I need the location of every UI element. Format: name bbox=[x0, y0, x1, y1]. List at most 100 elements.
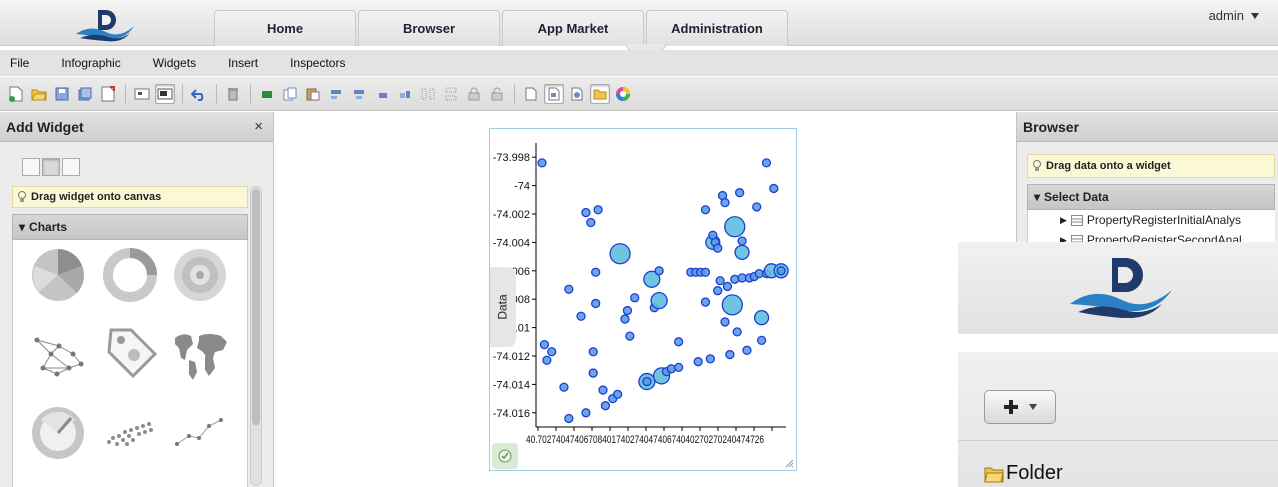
tab-browser[interactable]: Browser bbox=[358, 10, 500, 46]
tab-administration[interactable]: Administration bbox=[646, 10, 788, 46]
save-icon[interactable] bbox=[52, 84, 72, 104]
scatter-point bbox=[654, 266, 664, 276]
scatter-point bbox=[753, 310, 770, 326]
y-tick-label: -74 bbox=[514, 181, 530, 193]
scatter-chart-widget[interactable]: -73.998 -74 -74.002 -74.004 006 008.01 -74.012… bbox=[489, 128, 797, 471]
color-wheel-icon[interactable] bbox=[613, 84, 633, 104]
lightbulb-icon bbox=[18, 191, 26, 202]
scatter-point bbox=[700, 267, 711, 277]
distribute-h-icon[interactable] bbox=[418, 84, 438, 104]
charts-section-header[interactable]: ▾ Charts bbox=[12, 214, 248, 240]
x-tick-label: 40.7027404740670840174027404740674040270… bbox=[526, 434, 764, 446]
scatter-point bbox=[720, 317, 730, 327]
align-bottom-icon[interactable] bbox=[395, 84, 415, 104]
save-as-icon[interactable] bbox=[75, 84, 95, 104]
triangle-down-icon: ▾ bbox=[1034, 190, 1041, 204]
data-tab[interactable]: Data bbox=[490, 267, 516, 347]
scatter-point bbox=[673, 362, 684, 373]
infographic-canvas[interactable]: -73.998 -74 -74.002 -74.004 006 008.01 -74.012… bbox=[275, 112, 1015, 487]
toolbar bbox=[0, 77, 1278, 111]
paste-icon[interactable] bbox=[303, 84, 323, 104]
undo-icon[interactable] bbox=[189, 84, 209, 104]
menu-file[interactable]: File bbox=[10, 56, 29, 70]
scatter-point bbox=[742, 345, 752, 355]
resize-handle-icon[interactable] bbox=[784, 458, 794, 468]
scrollbar-thumb[interactable] bbox=[252, 189, 260, 425]
scatter-point bbox=[732, 327, 742, 337]
scatter-point bbox=[576, 311, 586, 321]
scatter-point bbox=[730, 274, 740, 284]
scatter-point bbox=[721, 294, 743, 316]
menu-insert[interactable]: Insert bbox=[228, 56, 258, 70]
list-view-icon[interactable] bbox=[22, 158, 40, 176]
tree-item[interactable]: ▶ PropertyRegisterInitialAnalys bbox=[1060, 212, 1241, 228]
radial-chart-icon[interactable] bbox=[171, 246, 229, 304]
top-navigation: Home Browser App Market Administration a… bbox=[0, 0, 1278, 52]
scatter-point bbox=[593, 205, 603, 215]
triangle-right-icon: ▶ bbox=[1060, 214, 1067, 225]
scatter-point bbox=[752, 202, 762, 212]
tab-home[interactable]: Home bbox=[214, 10, 356, 46]
app-logo-icon bbox=[1070, 258, 1172, 318]
lightbulb-icon bbox=[1033, 160, 1041, 171]
open-folder-icon[interactable] bbox=[29, 84, 49, 104]
page-view-icon[interactable] bbox=[544, 83, 564, 104]
distribute-v-icon[interactable] bbox=[441, 84, 461, 104]
scatter-point bbox=[537, 158, 547, 168]
unlock-icon[interactable] bbox=[487, 84, 507, 104]
lock-icon[interactable] bbox=[464, 84, 484, 104]
y-tick-label: -74.016 bbox=[493, 408, 530, 420]
tab-app-market[interactable]: App Market bbox=[502, 10, 644, 46]
align-right-icon[interactable] bbox=[372, 84, 392, 104]
hint-text: Drag widget onto canvas bbox=[31, 191, 162, 203]
align-center-icon[interactable] bbox=[349, 84, 369, 104]
panel-title: Add Widget bbox=[0, 112, 273, 142]
panel-scrollbar[interactable] bbox=[250, 186, 262, 486]
scatter-plot-icon[interactable] bbox=[101, 404, 159, 462]
scatter-point bbox=[598, 385, 608, 395]
line-scatter-icon[interactable] bbox=[171, 404, 229, 462]
scatter-point bbox=[715, 276, 725, 286]
gauge-chart-icon[interactable] bbox=[29, 404, 87, 462]
scatter-point bbox=[720, 197, 730, 208]
user-name: admin bbox=[1208, 8, 1244, 23]
pie-chart-icon[interactable] bbox=[29, 246, 87, 304]
export-icon[interactable] bbox=[98, 84, 118, 104]
overlay-header bbox=[958, 242, 1278, 334]
copy-icon[interactable] bbox=[280, 84, 300, 104]
select-data-header[interactable]: ▾ Select Data bbox=[1027, 184, 1275, 210]
large-view-icon[interactable] bbox=[155, 83, 175, 104]
detail-view-icon[interactable] bbox=[62, 158, 80, 176]
new-doc-icon[interactable] bbox=[6, 84, 26, 104]
table-icon bbox=[1070, 214, 1083, 226]
tag-icon[interactable] bbox=[101, 324, 159, 382]
add-button[interactable] bbox=[984, 390, 1056, 424]
world-map-icon[interactable] bbox=[171, 324, 229, 382]
page-icon[interactable] bbox=[521, 84, 541, 104]
small-view-icon[interactable] bbox=[132, 84, 152, 104]
panel-title: Browser bbox=[1017, 112, 1278, 142]
align-left-icon[interactable] bbox=[326, 84, 346, 104]
close-icon[interactable]: × bbox=[254, 118, 263, 135]
donut-chart-icon[interactable] bbox=[101, 246, 159, 304]
grid-view-icon[interactable] bbox=[42, 158, 60, 176]
user-menu[interactable]: admin bbox=[1209, 8, 1260, 23]
scatter-point bbox=[620, 314, 630, 324]
app-logo-icon[interactable] bbox=[70, 4, 140, 42]
network-graph-icon[interactable] bbox=[29, 324, 87, 382]
group-icon[interactable] bbox=[257, 84, 277, 104]
widget-settings-icon[interactable] bbox=[492, 443, 518, 469]
delete-icon[interactable] bbox=[223, 84, 243, 104]
scatter-point bbox=[713, 286, 723, 296]
menu-widgets[interactable]: Widgets bbox=[153, 56, 196, 70]
y-tick-label: -74.014 bbox=[493, 379, 530, 391]
menu-inspectors[interactable]: Inspectors bbox=[290, 56, 345, 70]
menu-infographic[interactable]: Infographic bbox=[61, 56, 120, 70]
folder-item[interactable]: Folder bbox=[984, 462, 1063, 485]
scatter-point bbox=[666, 364, 676, 374]
folder-icon[interactable] bbox=[590, 83, 610, 104]
page-detail-icon[interactable] bbox=[567, 84, 587, 104]
view-mode-group bbox=[22, 158, 80, 176]
section-label: Charts bbox=[29, 220, 68, 234]
scatter-point bbox=[559, 382, 569, 392]
